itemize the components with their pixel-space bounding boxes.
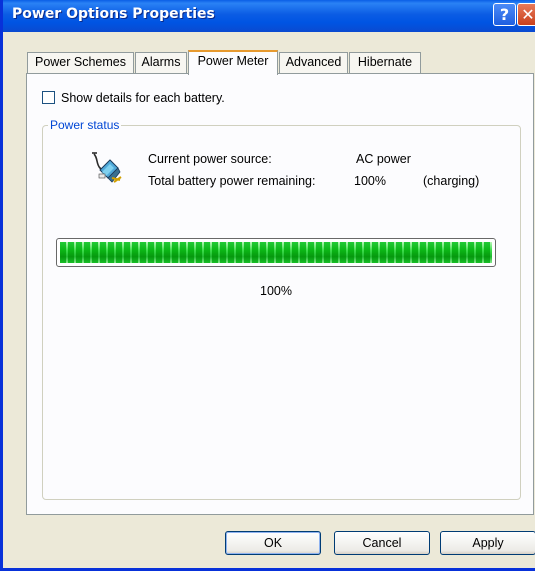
battery-charging-status: (charging) bbox=[423, 174, 480, 188]
current-power-source-label: Current power source: bbox=[148, 152, 272, 166]
close-button[interactable]: ✕ bbox=[517, 3, 535, 26]
tab-hibernate[interactable]: Hibernate bbox=[349, 52, 421, 73]
show-details-label[interactable]: Show details for each battery. bbox=[61, 91, 225, 105]
tab-power-schemes[interactable]: Power Schemes bbox=[27, 52, 134, 73]
tab-alarms[interactable]: Alarms bbox=[135, 52, 187, 73]
ok-button[interactable]: OK bbox=[225, 531, 321, 555]
current-power-source-value: AC power bbox=[356, 152, 411, 166]
battery-meter bbox=[56, 238, 496, 267]
cancel-button[interactable]: Cancel bbox=[334, 531, 430, 555]
show-details-checkbox[interactable] bbox=[42, 91, 55, 104]
apply-button[interactable]: Apply bbox=[440, 531, 535, 555]
help-button[interactable]: ? bbox=[493, 3, 516, 26]
window-title: Power Options Properties bbox=[12, 6, 215, 22]
battery-meter-percent: 100% bbox=[260, 284, 292, 298]
power-status-group-label: Power status bbox=[48, 118, 122, 132]
tab-advanced[interactable]: Advanced bbox=[279, 52, 348, 73]
title-bar[interactable]: Power Options Properties ? ✕ bbox=[3, 0, 535, 32]
battery-remaining-value: 100% bbox=[354, 174, 386, 188]
battery-remaining-label: Total battery power remaining: bbox=[148, 174, 316, 188]
battery-meter-fill bbox=[60, 242, 492, 263]
tab-power-meter[interactable]: Power Meter bbox=[188, 50, 278, 75]
power-options-dialog: Power Options Properties ? ✕ Power Schem… bbox=[0, 0, 535, 571]
power-plug-battery-icon bbox=[92, 152, 122, 183]
